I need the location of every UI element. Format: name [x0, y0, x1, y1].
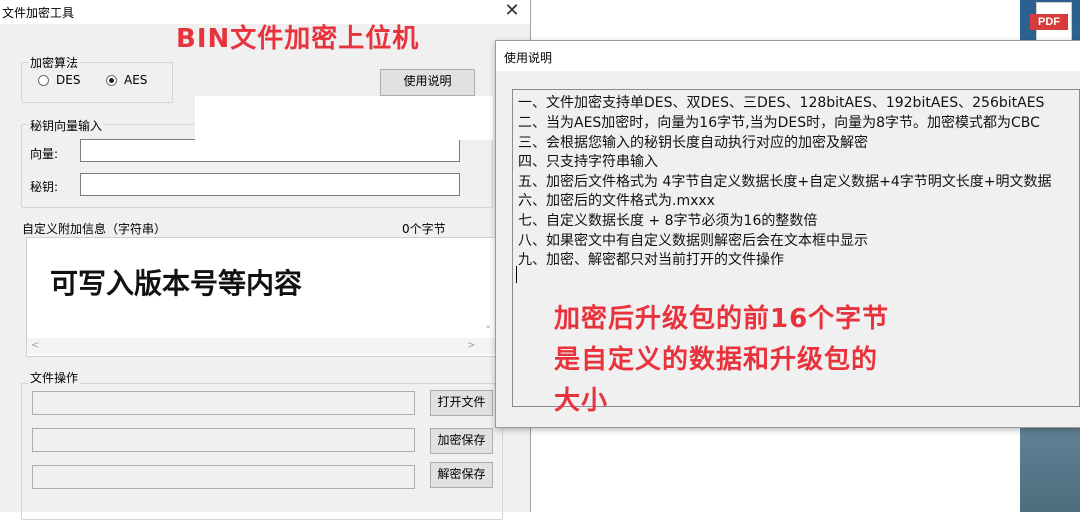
overlay-title: BIN文件加密上位机	[176, 24, 420, 54]
decrypt-path-field	[32, 465, 415, 489]
text-caret	[516, 266, 517, 283]
radio-aes-label[interactable]: AES	[124, 73, 147, 87]
help-line: 八、如果密文中有自定义数据则解密后会在文本框中显示	[518, 233, 868, 249]
help-line: 七、自定义数据长度 + 8字节必须为16的整数倍	[518, 213, 818, 229]
close-icon[interactable]: ✕	[500, 0, 524, 24]
scroll-down-icon[interactable]: ⌄	[484, 320, 492, 331]
help-line: 二、当为AES加密时，向量为16字节,当为DES时，向量为8字节。加密模式都为C…	[518, 115, 1040, 131]
help-line: 一、文件加密支持单DES、双DES、三DES、128bitAES、192bitA…	[518, 95, 1045, 111]
help-line: 四、只支持字符串输入	[518, 154, 658, 170]
key-group-label: 秘钥向量输入	[28, 117, 105, 134]
scroll-right-icon[interactable]: >	[467, 340, 475, 351]
byte-count: 0个字节	[402, 222, 446, 236]
decrypt-save-button[interactable]: 解密保存	[430, 462, 493, 488]
vector-label: 向量:	[30, 147, 59, 161]
help-line: 五、加密后文件格式为 4字节自定义数据长度+自定义数据+4字节明文长度+明文数据	[518, 174, 1052, 190]
help-line: 三、会根据您输入的秘钥长度自动执行对应的加密及解密	[518, 135, 868, 151]
pdf-file-icon[interactable]: PDF	[1030, 2, 1074, 42]
encrypt-save-button[interactable]: 加密保存	[430, 428, 493, 454]
open-file-path-field	[32, 391, 415, 415]
file-group-label: 文件操作	[28, 369, 81, 386]
algorithm-group-label: 加密算法	[28, 54, 81, 71]
main-window: 文件加密工具 ✕ BIN文件加密上位机 加密算法 DES AES 使用说明 秘钥…	[0, 0, 531, 520]
red-annotation-line: 加密后升级包的前16个字节	[554, 304, 890, 334]
redaction-block	[195, 96, 493, 140]
radio-des-label[interactable]: DES	[56, 73, 80, 87]
encrypt-path-field	[32, 428, 415, 452]
help-line: 六、加密后的文件格式为.mxxx	[518, 193, 715, 209]
pdf-icon-label: PDF	[1030, 14, 1068, 30]
horizontal-scrollbar[interactable]: < >	[27, 338, 495, 354]
key-input[interactable]	[80, 173, 460, 196]
scroll-left-icon[interactable]: <	[31, 340, 39, 351]
vector-input[interactable]	[80, 139, 460, 162]
help-line: 九、加密、解密都只对当前打开的文件操作	[518, 252, 784, 268]
help-window-title: 使用说明	[504, 51, 553, 65]
main-window-title: 文件加密工具	[2, 6, 75, 20]
help-button[interactable]: 使用说明	[380, 69, 475, 96]
open-file-button[interactable]: 打开文件	[430, 390, 493, 416]
custom-info-text: 可写入版本号等内容	[50, 267, 303, 300]
radio-aes[interactable]	[106, 75, 117, 86]
help-titlebar: 使用说明	[496, 41, 1080, 71]
radio-des[interactable]	[38, 75, 49, 86]
red-annotation-line: 是自定义的数据和升级包的	[554, 345, 879, 375]
key-label: 秘钥:	[30, 180, 59, 194]
custom-info-label: 自定义附加信息（字符串）	[22, 222, 167, 236]
red-annotation-line: 大小	[554, 386, 609, 416]
